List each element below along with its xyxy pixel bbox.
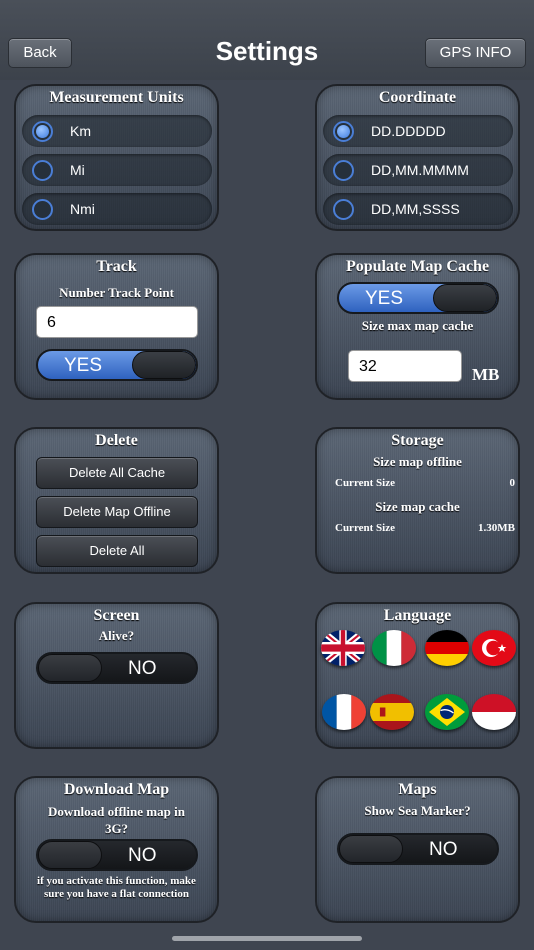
track-subtitle: Number Track Point	[59, 285, 174, 300]
radio-label: DD,MM.MMMM	[371, 162, 469, 178]
france-flag-icon[interactable]	[322, 694, 366, 730]
offline-current-size-row: Current Size 0	[335, 477, 515, 489]
cache-unit-label: MB	[472, 365, 500, 384]
radio-label: DD.DDDDD	[371, 123, 446, 139]
spain-flag-icon[interactable]	[370, 694, 414, 730]
cache-toggle[interactable]: YES	[337, 282, 499, 314]
radio-selected-icon	[32, 121, 53, 142]
gps-info-button[interactable]: GPS INFO	[425, 38, 526, 68]
row-label: Current Size	[335, 522, 395, 534]
radio-label: Mi	[70, 162, 85, 178]
delete-panel: Delete Delete All Cache Delete Map Offli…	[14, 427, 219, 574]
delete-all-button[interactable]: Delete All	[36, 535, 198, 567]
turkey-flag-icon[interactable]	[472, 630, 516, 666]
radio-mi[interactable]: Mi	[22, 154, 212, 186]
italy-flag-icon[interactable]	[372, 630, 416, 666]
panel-title: Populate Map Cache	[345, 258, 490, 275]
brazil-flag-icon[interactable]	[425, 694, 469, 730]
toggle-knob	[132, 351, 196, 379]
delete-all-cache-button[interactable]: Delete All Cache	[36, 457, 198, 489]
maps-subtitle: Show Sea Marker?	[364, 803, 471, 818]
storage-panel: Storage Size map offline Current Size 0 …	[315, 427, 520, 574]
coordinate-panel: Coordinate DD.DDDDD DD,MM.MMMM DD,MM,SSS…	[315, 84, 520, 231]
cache-size-label: Size max map cache	[361, 318, 474, 333]
track-point-input[interactable]: 6	[36, 306, 198, 338]
home-indicator	[172, 936, 362, 941]
row-value: 1.30MB	[478, 522, 515, 534]
download-note: if you activate this function, make sure…	[37, 875, 196, 900]
uk-flag-icon[interactable]	[321, 630, 365, 666]
radio-selected-icon	[333, 121, 354, 142]
toggle-label: NO	[429, 839, 458, 860]
radio-unselected-icon	[333, 199, 354, 220]
panel-title: Delete	[95, 432, 138, 449]
row-value: 0	[509, 477, 516, 489]
toggle-knob	[433, 284, 497, 312]
measurement-units-panel: Measurement Units Km Mi Nmi	[14, 84, 219, 231]
toggle-knob	[38, 654, 102, 682]
download-map-panel: Download Map Download offline map in 3G?…	[14, 776, 219, 923]
toggle-label: NO	[128, 845, 157, 866]
radio-dd-ddddd[interactable]: DD.DDDDD	[323, 115, 513, 147]
radio-unselected-icon	[32, 199, 53, 220]
panel-title: Screen	[93, 607, 140, 624]
radio-dd-mm-ssss[interactable]: DD,MM,SSSS	[323, 193, 513, 225]
track-panel: Track Number Track Point 6 YES	[14, 253, 219, 400]
track-toggle[interactable]: YES	[36, 349, 198, 381]
radio-km[interactable]: Km	[22, 115, 212, 147]
indonesia-flag-icon[interactable]	[472, 694, 516, 730]
delete-map-offline-button[interactable]: Delete Map Offline	[36, 496, 198, 528]
screen-subtitle: Alive?	[98, 628, 135, 643]
panel-title: Download Map	[63, 781, 170, 798]
germany-flag-icon[interactable]	[425, 630, 469, 666]
screen-panel: Screen Alive? NO	[14, 602, 219, 749]
screen-alive-toggle[interactable]: NO	[36, 652, 198, 684]
cache-size-input[interactable]: 32	[348, 350, 462, 382]
language-panel: Language	[315, 602, 520, 749]
panel-title: Maps	[398, 781, 437, 798]
download-subtitle: Download offline map in 3G?	[48, 804, 185, 836]
radio-label: Nmi	[70, 201, 95, 217]
cache-size-heading: Size map cache	[375, 499, 460, 514]
radio-unselected-icon	[333, 160, 354, 181]
toggle-knob	[38, 841, 102, 869]
radio-label: DD,MM,SSSS	[371, 201, 460, 217]
panel-title: Language	[383, 607, 452, 624]
radio-nmi[interactable]: Nmi	[22, 193, 212, 225]
panel-title: Storage	[391, 432, 444, 449]
toggle-label: NO	[128, 658, 157, 679]
toggle-knob	[339, 835, 403, 863]
offline-size-label: Size map offline	[373, 454, 462, 469]
radio-label: Km	[70, 123, 91, 139]
panel-title: Measurement Units	[49, 89, 184, 106]
cache-current-size-row: Current Size 1.30MB	[335, 522, 515, 534]
toggle-label: YES	[64, 355, 103, 376]
radio-unselected-icon	[32, 160, 53, 181]
row-label: Current Size	[335, 477, 395, 489]
radio-dd-mm-mmmm[interactable]: DD,MM.MMMM	[323, 154, 513, 186]
download-3g-toggle[interactable]: NO	[36, 839, 198, 871]
populate-map-cache-panel: Populate Map Cache YES Size max map cach…	[315, 253, 520, 400]
sea-marker-toggle[interactable]: NO	[337, 833, 499, 865]
toggle-label: YES	[365, 288, 404, 309]
panel-title: Coordinate	[378, 89, 457, 106]
panel-title: Track	[96, 258, 137, 275]
maps-panel: Maps Show Sea Marker? NO	[315, 776, 520, 923]
